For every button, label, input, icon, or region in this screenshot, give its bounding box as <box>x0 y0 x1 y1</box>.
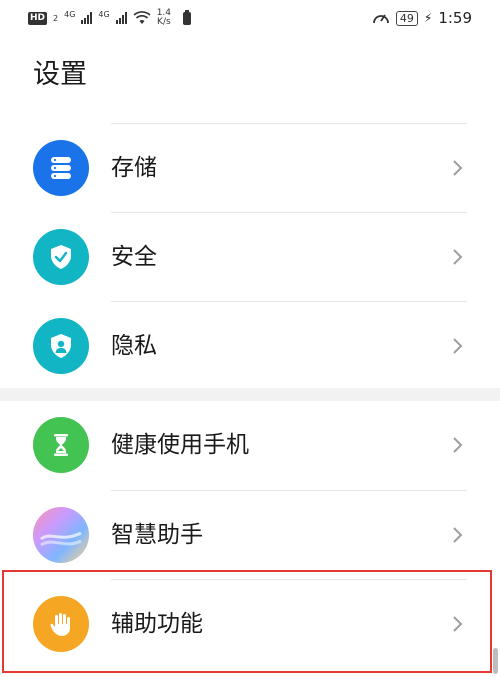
charging-icon: ⚡ <box>423 11 433 25</box>
section-separator <box>0 388 500 401</box>
chevron-right-icon <box>453 160 463 176</box>
speedometer-icon <box>372 14 389 24</box>
net-speed-unit: K/s <box>157 17 171 27</box>
net-speed: 1.4 K/s <box>157 9 171 27</box>
battery-level: 49 <box>395 10 418 26</box>
chevron-right-icon <box>453 437 463 453</box>
wifi-icon <box>133 11 151 24</box>
chevron-right-icon <box>453 338 463 354</box>
storage-icon <box>33 140 89 196</box>
status-left: HD 2 4G 4G 1.4 K/s <box>28 9 192 27</box>
signal-icon-2 <box>115 12 127 24</box>
hd-voice-icon: HD <box>28 11 48 25</box>
highlight-box <box>2 570 492 673</box>
settings-item-label: 健康使用手机 <box>111 432 249 458</box>
network-type-2: 4G <box>98 9 110 19</box>
hd-label: HD <box>30 12 46 23</box>
network-type-1: 4G <box>64 9 76 19</box>
status-right: 49 ⚡ 1:59 <box>372 8 472 28</box>
settings-item-label: 智慧助手 <box>111 522 203 548</box>
clock: 1:59 <box>438 9 472 27</box>
settings-item-label: 安全 <box>111 244 157 270</box>
settings-item-label: 隐私 <box>111 333 157 359</box>
signal-icon <box>81 12 93 24</box>
settings-item-label: 存储 <box>111 155 157 181</box>
settings-item-storage[interactable]: 存储 <box>0 124 500 212</box>
page-title: 设置 <box>33 59 87 90</box>
settings-item-digital-balance[interactable]: 健康使用手机 <box>0 401 500 489</box>
shield-check-icon <box>33 229 89 285</box>
chevron-right-icon <box>453 527 463 543</box>
settings-item-security[interactable]: 安全 <box>0 213 500 301</box>
assistant-icon <box>33 507 89 563</box>
settings-item-assistant[interactable]: 智慧助手 <box>0 491 500 579</box>
settings-item-privacy[interactable]: 隐私 <box>0 302 500 390</box>
hourglass-icon <box>33 417 89 473</box>
chevron-right-icon <box>453 249 463 265</box>
status-bar: HD 2 4G 4G 1.4 K/s 49 ⚡ 1:59 <box>0 0 500 36</box>
privacy-icon <box>33 318 89 374</box>
scrollbar[interactable] <box>493 648 498 674</box>
hd-sub: 2 <box>53 13 59 23</box>
battery-saver-icon <box>183 9 192 25</box>
